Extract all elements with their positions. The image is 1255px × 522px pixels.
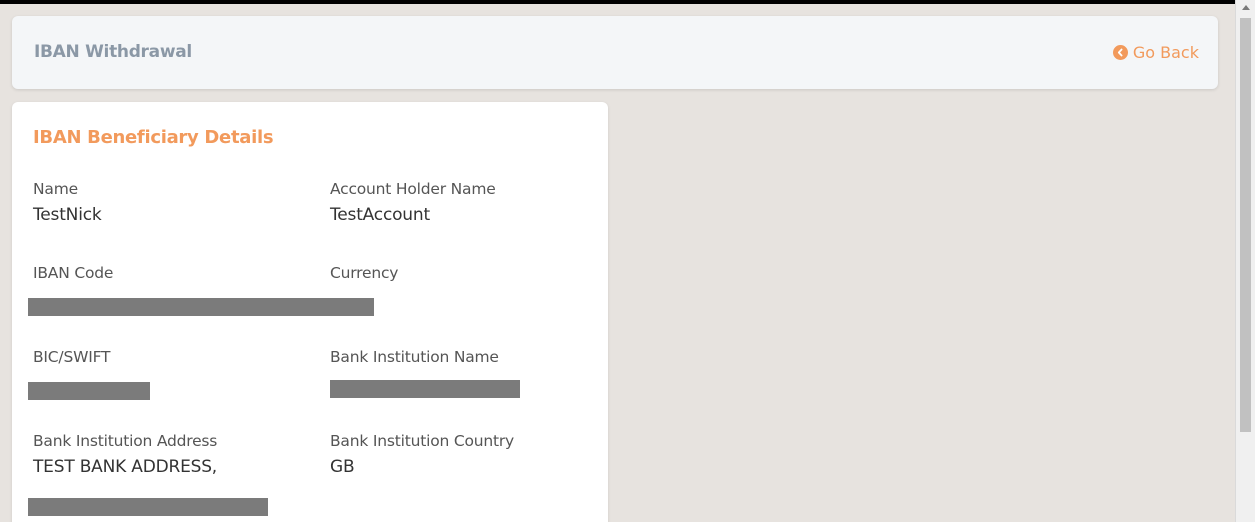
chevron-left-circle-icon (1112, 45, 1128, 60)
beneficiary-details-card: IBAN Beneficiary Details Name TestNick A… (12, 102, 608, 522)
field-bank-institution-country: Bank Institution Country GB (330, 432, 514, 478)
field-currency: Currency (330, 264, 398, 282)
vertical-scrollbar[interactable] (1235, 0, 1255, 522)
field-label: Bank Institution Name (330, 348, 499, 366)
field-value: TestAccount (330, 205, 430, 225)
field-iban-code: IBAN Code (33, 264, 113, 282)
field-label: Bank Institution Country (330, 432, 515, 450)
redacted-iban-value (28, 298, 374, 316)
field-value: GB (330, 457, 355, 477)
field-value: TestNick (33, 205, 102, 225)
field-label: Bank Institution Address (33, 432, 218, 450)
field-label: Name (33, 180, 78, 198)
go-back-label: Go Back (1132, 43, 1199, 62)
field-label: Account Holder Name (330, 180, 496, 198)
field-label: BIC/SWIFT (33, 348, 111, 366)
go-back-link[interactable]: Go Back (1112, 43, 1199, 62)
field-name: Name TestNick (33, 180, 102, 226)
field-bank-institution-name: Bank Institution Name (330, 348, 499, 366)
page-title: IBAN Withdrawal (34, 42, 192, 62)
page-header: IBAN Withdrawal Go Back (12, 16, 1218, 89)
arrow-up-icon[interactable] (1242, 5, 1250, 10)
field-account-holder-name: Account Holder Name TestAccount (330, 180, 496, 226)
card-title: IBAN Beneficiary Details (33, 127, 274, 148)
redacted-address-line (28, 498, 268, 516)
field-bic-swift: BIC/SWIFT (33, 348, 111, 366)
field-label: IBAN Code (33, 264, 114, 282)
field-label: Currency (330, 264, 399, 282)
scrollbar-thumb[interactable] (1240, 18, 1251, 432)
field-value: TEST BANK ADDRESS, (33, 457, 218, 477)
redacted-bank-name-value (330, 380, 520, 398)
redacted-bic-value (28, 382, 150, 400)
field-bank-institution-address: Bank Institution Address TEST BANK ADDRE… (33, 432, 217, 478)
